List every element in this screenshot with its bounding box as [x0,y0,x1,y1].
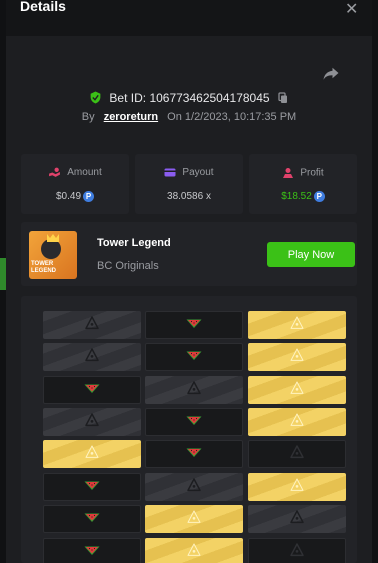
tower-cell [145,473,243,501]
stat-payout-label: Payout [182,167,214,179]
stat-amount-value-row: $0.49 P [21,191,129,202]
tower-cell [43,505,141,533]
skull-icon [289,542,305,563]
background-right-edge [372,0,378,563]
stat-profit: Profit $18.52 P [249,154,357,214]
skull-icon [289,477,305,498]
panel-title: Details [20,0,66,14]
stat-profit-label: Profit [300,167,324,179]
tower-cell [43,311,141,339]
skull-icon [186,380,202,401]
tower-cell [145,376,243,404]
tower-cell [248,505,346,533]
tower-cell [248,408,346,436]
stat-profit-header: Profit [249,167,357,179]
bet-byline: By zeroreturn On 1/2/2023, 10:17:35 PM [6,111,372,123]
tower-cell [248,473,346,501]
stat-profit-value: $18.52 [281,191,312,203]
watermelon-icon [84,510,100,528]
bet-id-value: 106773462504178045 [149,90,270,105]
game-name: Tower Legend [97,237,171,249]
stat-amount-header: Amount [21,167,129,178]
bet-datetime: 1/2/2023, 10:17:35 PM [184,111,297,123]
tower-cell [43,376,141,404]
stat-payout-header: Payout [135,167,243,178]
watermelon-icon [186,348,202,366]
tower-cell [43,408,141,436]
bet-id-label: Bet ID: [109,90,147,105]
stat-profit-value-row: $18.52 P [249,191,357,202]
skull-icon [289,347,305,368]
username-link[interactable]: zeroreturn [104,111,158,123]
wallet-icon [164,168,176,177]
skull-icon [289,412,305,433]
skull-icon [289,380,305,401]
thumbnail-title: TOWER LEGEND [31,261,57,274]
tower-cell [43,538,141,563]
tower-cell [248,343,346,371]
bet-id-line: Bet ID: 106773462504178045 [6,90,372,105]
panel-header: Details ✕ [6,0,372,36]
by-label: By [81,111,95,123]
coin-icon: P [313,191,325,202]
crown-icon [47,234,59,242]
tower-cell [145,440,243,468]
close-icon[interactable]: ✕ [345,0,358,19]
tower-cell [145,505,243,533]
watermelon-icon [84,478,100,496]
watermelon-icon [84,543,100,561]
bet-stats: Amount $0.49 P Payout 38.0586 x Profit $1… [21,154,357,214]
skull-icon [84,444,100,465]
on-label: On [167,111,182,123]
tower-cell [248,440,346,468]
watermelon-icon [84,381,100,399]
money-hand-icon [49,167,61,177]
coin-icon: P [83,191,95,202]
stat-payout-value: 38.0586 x [167,191,211,202]
details-panel: Details ✕ Bet ID: 106773462504178045 By … [6,0,372,563]
tower-cell [145,343,243,371]
skull-icon [289,444,305,465]
stat-amount-value: $0.49 [55,191,82,203]
play-now-button[interactable]: Play Now [267,242,355,267]
copy-icon[interactable] [277,92,289,104]
tower-cell [43,473,141,501]
tower-cell [145,538,243,563]
watermelon-icon [186,445,202,463]
tower-cell [248,538,346,563]
skull-icon [84,347,100,368]
skull-icon [289,315,305,336]
game-card: TOWER LEGEND Tower Legend BC Originals P… [21,222,357,286]
game-thumbnail[interactable]: TOWER LEGEND [29,231,77,279]
gorilla-icon [41,239,61,259]
stat-payout: Payout 38.0586 x [135,154,243,214]
watermelon-icon [186,316,202,334]
tower-cell [248,311,346,339]
tower-cell [145,408,243,436]
tower-cell [43,440,141,468]
shield-check-icon [90,91,101,104]
tower-cell [248,376,346,404]
tower-board [21,296,357,563]
skull-icon [186,477,202,498]
skull-icon [84,412,100,433]
tower-cell [43,343,141,371]
skull-icon [289,509,305,530]
skull-icon [186,509,202,530]
share-icon[interactable] [322,64,340,82]
stat-amount-label: Amount [67,167,102,179]
profit-icon [283,168,294,178]
tower-cell [145,311,243,339]
stat-amount: Amount $0.49 P [21,154,129,214]
skull-icon [84,315,100,336]
watermelon-icon [186,413,202,431]
skull-icon [186,542,202,563]
game-provider: BC Originals [97,260,159,272]
